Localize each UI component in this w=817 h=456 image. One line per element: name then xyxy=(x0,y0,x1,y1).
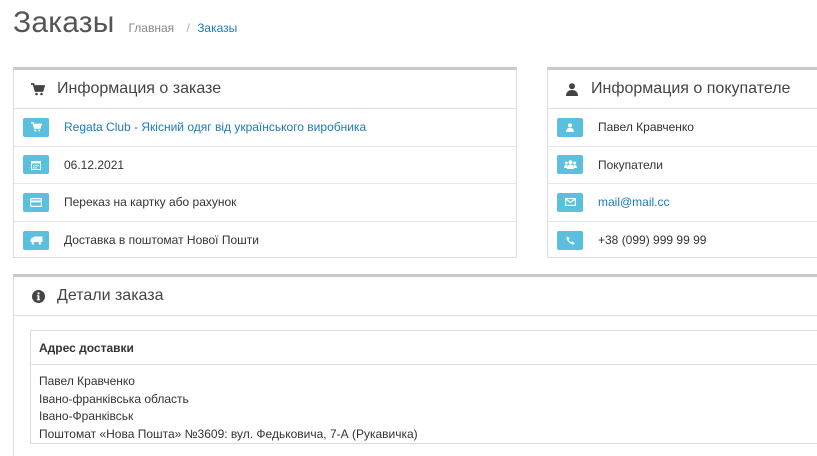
envelope-icon[interactable] xyxy=(557,192,583,212)
customer-info-heading: Информация о покупателе xyxy=(548,70,817,109)
payment-method: Переказ на картку або рахунок xyxy=(64,195,237,210)
user-icon xyxy=(565,82,579,96)
address-line: Поштомат «Нова Пошта» №3609: вул. Федько… xyxy=(39,426,418,441)
page-title: Заказы xyxy=(13,6,115,39)
customer-name-row: Павел Кравченко xyxy=(548,109,817,147)
order-store-row: Regata Club - Якісний одяг від українськ… xyxy=(14,109,516,147)
order-details-heading: Детали заказа xyxy=(14,277,817,316)
info-circle-icon xyxy=(31,289,45,303)
customer-phone-row: +38 (099) 999 99 99 xyxy=(548,222,817,260)
customer-group-row: Покупатели xyxy=(548,147,817,184)
cart-icon[interactable] xyxy=(23,117,49,137)
shipping-address-table: Адрес доставки Павел Кравченко Івано-фра… xyxy=(30,330,817,444)
breadcrumb-separator: / xyxy=(186,21,190,35)
address-line: Івано-франківська область xyxy=(39,391,189,406)
order-shipping-row: Доставка в поштомат Нової Пошти xyxy=(14,222,516,260)
cart-icon xyxy=(31,82,45,96)
order-info-panel: Информация о заказе Regata Club - Якісни… xyxy=(13,67,517,258)
order-date-row: 06.12.2021 xyxy=(14,147,516,184)
customer-info-title: Информация о покупателе xyxy=(591,80,791,97)
phone-icon[interactable] xyxy=(557,230,583,250)
customer-info-panel: Информация о покупателе Павел Кравченко … xyxy=(547,67,817,258)
order-details-panel: Детали заказа Адрес доставки Павел Кравч… xyxy=(13,274,817,456)
users-icon[interactable] xyxy=(557,155,583,175)
customer-email-link[interactable]: mail@mail.cc xyxy=(598,195,670,209)
order-info-title: Информация о заказе xyxy=(57,80,222,97)
breadcrumb-home-link[interactable]: Главная xyxy=(128,21,174,35)
order-details-title: Детали заказа xyxy=(57,287,164,304)
address-line: Павел Кравченко xyxy=(39,374,135,388)
customer-email-row: mail@mail.cc xyxy=(548,184,817,222)
customer-phone: +38 (099) 999 99 99 xyxy=(598,233,707,248)
order-date: 06.12.2021 xyxy=(64,157,125,172)
breadcrumb: Главная / Заказы xyxy=(128,21,237,35)
breadcrumb-current-link[interactable]: Заказы xyxy=(197,21,237,35)
shipping-method: Доставка в поштомат Нової Пошти xyxy=(64,233,259,248)
order-payment-row: Переказ на картку або рахунок xyxy=(14,184,516,222)
shipping-address-body: Павел Кравченко Івано-франківська област… xyxy=(31,365,817,443)
address-line: Івано-Франківськ xyxy=(39,409,134,423)
user-icon[interactable] xyxy=(557,117,583,137)
page-header: Заказы Главная / Заказы xyxy=(13,6,237,40)
credit-card-icon[interactable] xyxy=(23,192,49,212)
shipping-address-heading: Адрес доставки xyxy=(31,331,817,365)
customer-name: Павел Кравченко xyxy=(598,120,694,135)
customer-group: Покупатели xyxy=(598,157,663,172)
calendar-icon[interactable] xyxy=(23,155,49,175)
truck-icon[interactable] xyxy=(23,230,49,250)
store-link[interactable]: Regata Club - Якісний одяг від українськ… xyxy=(64,120,366,134)
order-info-heading: Информация о заказе xyxy=(14,70,516,109)
